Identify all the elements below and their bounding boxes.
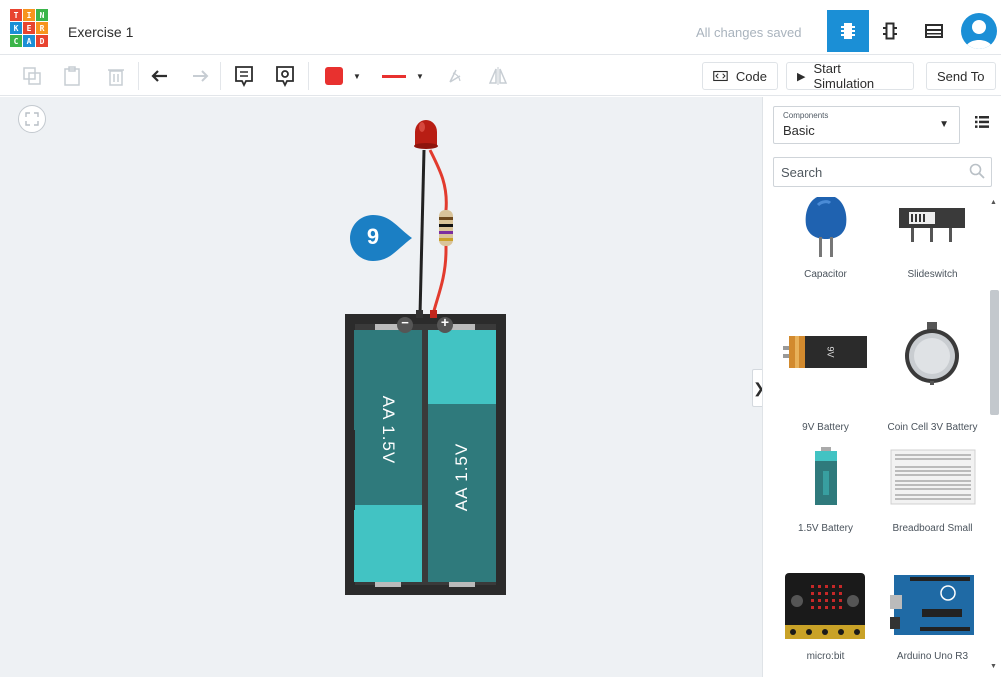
tinkercad-window: TINKERCAD Exercise 1 All changes saved ▼… <box>0 0 1001 677</box>
circuit-drawing <box>345 120 506 595</box>
circuit-view-button[interactable] <box>827 10 869 52</box>
send-to-button[interactable]: Send To <box>926 62 996 90</box>
table-icon <box>925 24 943 38</box>
battery-pack-component[interactable] <box>345 310 506 595</box>
plus-terminal-label: + <box>440 314 450 330</box>
schematic-view-button[interactable] <box>869 10 911 52</box>
component-coin-cell[interactable]: Coin Cell 3V Battery <box>880 322 985 442</box>
battery-aa-icon <box>815 447 837 505</box>
step-number: 9 <box>366 224 380 249</box>
component-arduino-uno[interactable]: Arduino Uno R3 <box>880 571 985 673</box>
microbit-label: micro:bit <box>806 651 845 662</box>
user-avatar[interactable] <box>961 13 997 49</box>
battery-right-label: AA 1.5V <box>452 442 471 512</box>
component-list: Capacitor Slideswitch 9V 9V Battery Coin… <box>773 197 991 673</box>
chevron-down-icon: ▼ <box>939 119 949 130</box>
scroll-down-icon[interactable]: ▼ <box>990 663 997 670</box>
arduino-label: Arduino Uno R3 <box>896 651 969 662</box>
breadboard-label: Breadboard Small <box>892 523 973 534</box>
aa-battery-label: 1.5V Battery <box>797 523 854 534</box>
start-simulation-button[interactable]: ▶ Start Simulation <box>786 61 914 91</box>
list-icon <box>975 116 989 128</box>
user-icon <box>965 20 993 49</box>
component-slideswitch[interactable]: Slideswitch <box>880 197 985 317</box>
list-view-button[interactable] <box>975 115 989 131</box>
component-icon <box>883 22 897 40</box>
resistor-component[interactable] <box>439 210 453 246</box>
slideswitch-label: Slideswitch <box>907 269 958 280</box>
coin-cell-label: Coin Cell 3V Battery <box>887 422 978 433</box>
arduino-icon <box>890 575 974 635</box>
component-list-scrollbar[interactable]: ▲ ▼ <box>989 197 1000 673</box>
breadboard-icon <box>890 449 976 505</box>
send-to-label: Send To <box>937 68 985 84</box>
components-dropdown-value: Basic <box>783 123 815 138</box>
capacitor-icon <box>805 197 847 257</box>
nine-volt-label: 9V <box>825 346 836 358</box>
scroll-up-icon[interactable]: ▲ <box>990 199 997 206</box>
play-icon: ▶ <box>797 70 806 83</box>
component-microbit[interactable]: micro:bit <box>773 571 878 673</box>
led-component[interactable] <box>414 120 438 149</box>
component-capacitor[interactable]: Capacitor <box>773 197 878 317</box>
battery-left-label: AA 1.5V <box>379 395 398 465</box>
component-list-view-button[interactable] <box>913 10 955 52</box>
components-dropdown-label: Components <box>783 111 829 120</box>
components-panel: Components Basic ▼ Capacitor <box>762 97 1001 677</box>
chip-icon <box>841 23 855 39</box>
component-breadboard-small[interactable]: Breadboard Small <box>880 445 985 565</box>
components-dropdown[interactable]: Components Basic ▼ <box>773 106 960 144</box>
search-icon <box>969 163 985 179</box>
black-wire[interactable] <box>418 149 426 316</box>
nine-volt-battery-label: 9V Battery <box>802 422 849 433</box>
start-simulation-label: Start Simulation <box>813 61 875 91</box>
component-aa-battery[interactable]: 1.5V Battery <box>773 445 878 565</box>
coin-cell-icon <box>905 322 959 385</box>
microbit-icon <box>785 573 865 639</box>
slideswitch-icon <box>899 208 965 242</box>
component-search-input[interactable] <box>773 157 992 187</box>
scrollbar-thumb[interactable] <box>990 290 999 415</box>
component-9v-battery[interactable]: 9V 9V Battery <box>773 322 878 442</box>
minus-terminal-label: − <box>401 315 409 330</box>
capacitor-label: Capacitor <box>804 269 847 280</box>
